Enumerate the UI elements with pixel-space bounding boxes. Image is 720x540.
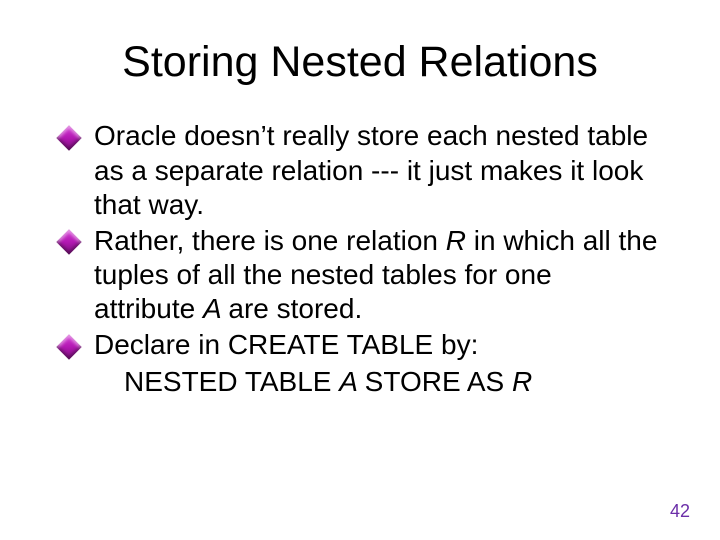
code-text-part: STORE AS [365,366,512,397]
sub-line: NESTED TABLE A STORE AS R [60,365,660,399]
bullet-text-part: are stored. [228,293,362,324]
diamond-bullet-icon [56,125,81,150]
diamond-bullet-icon [56,230,81,255]
variable-a: A [339,366,364,397]
bullet-text-part: Rather, there is one relation [94,225,446,256]
slide: Storing Nested Relations Oracle doesn’t … [0,0,720,540]
variable-a: A [203,293,228,324]
variable-r: R [446,225,474,256]
diamond-bullet-icon [56,334,81,359]
code-text-part: NESTED TABLE [124,366,339,397]
variable-r: R [512,366,532,397]
bullet-item: Oracle doesn’t really store each nested … [60,119,660,221]
bullet-item: Declare in CREATE TABLE by: [60,328,660,362]
slide-title: Storing Nested Relations [60,38,660,87]
bullet-text: Oracle doesn’t really store each nested … [94,120,648,219]
bullet-item: Rather, there is one relation R in which… [60,224,660,326]
slide-body: Oracle doesn’t really store each nested … [60,119,660,398]
page-number: 42 [670,501,690,522]
bullet-text: Declare in CREATE TABLE by: [94,329,478,360]
